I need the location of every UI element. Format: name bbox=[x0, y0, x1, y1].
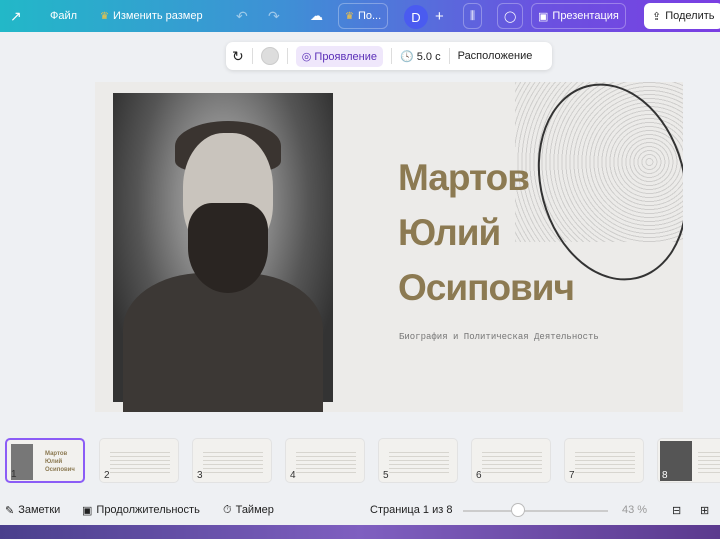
thumbnail-5[interactable]: 5 bbox=[378, 438, 458, 483]
share-button[interactable]: ⇪ Поделить bbox=[644, 3, 720, 29]
animation-button[interactable]: ◎ Проявление bbox=[295, 45, 383, 67]
color-swatch[interactable] bbox=[260, 47, 279, 65]
stopwatch-icon: ⏱ bbox=[223, 503, 232, 516]
thumbnail-number: 8 bbox=[662, 470, 668, 481]
divider bbox=[251, 48, 253, 64]
plan-button[interactable]: ♛ По... bbox=[338, 3, 389, 29]
thumbnail-number: 4 bbox=[290, 470, 296, 481]
duration-toggle-label: Продолжительность bbox=[96, 504, 200, 516]
avatar-letter: D bbox=[404, 5, 428, 29]
thumbnail-number: 2 bbox=[104, 470, 110, 481]
notes-button[interactable]: ✎ Заметки bbox=[5, 504, 60, 517]
crown-icon: ♛ bbox=[345, 10, 354, 22]
comment-icon[interactable]: ◯ bbox=[497, 3, 524, 29]
external-link-icon[interactable]: ↗ bbox=[10, 3, 22, 29]
slide-subtitle[interactable]: Биография и Политическая Деятельность bbox=[399, 332, 599, 342]
present-label: Презентация bbox=[552, 10, 619, 22]
present-icon: ▣ bbox=[538, 10, 549, 23]
replace-icon[interactable]: ↻ bbox=[232, 48, 244, 65]
add-collaborator-button[interactable]: + bbox=[435, 3, 444, 29]
animation-label: Проявление bbox=[314, 50, 377, 63]
fit-screen-icon[interactable]: ⊟ bbox=[672, 504, 681, 517]
notes-icon: ✎ bbox=[5, 504, 15, 517]
slide-canvas[interactable]: Мартов Юлий Осипович Биография и Политич… bbox=[95, 82, 683, 412]
file-menu[interactable]: Файл bbox=[50, 3, 77, 29]
top-toolbar: ↗ Файл ♛ Изменить размер ↶ ↷ ☁ ♛ По... D +… bbox=[0, 0, 720, 32]
share-label: Поделить bbox=[665, 10, 715, 22]
zoom-slider[interactable] bbox=[463, 510, 608, 512]
thumbnail-8[interactable]: 8 bbox=[657, 438, 720, 483]
thumbnail-7[interactable]: 7 bbox=[564, 438, 644, 483]
page-thumbnails: Мартов Юлий Осипович 1 2 3 4 5 6 7 8 bbox=[0, 435, 720, 487]
thumbnail-number: 7 bbox=[569, 470, 575, 481]
clock-icon: 🕓 bbox=[399, 50, 414, 63]
thumbnail-number: 6 bbox=[476, 470, 482, 481]
thumbnail-3[interactable]: 3 bbox=[192, 438, 272, 483]
os-dock bbox=[0, 525, 720, 539]
plan-label: По... bbox=[357, 10, 382, 22]
page-indicator: Страница 1 из 8 bbox=[370, 504, 453, 516]
crown-icon: ♛ bbox=[100, 10, 109, 22]
portrait-photo[interactable] bbox=[113, 93, 333, 412]
thumbnail-6[interactable]: 6 bbox=[471, 438, 551, 483]
grid-view-icon[interactable]: ⊞ bbox=[700, 504, 709, 517]
play-box-icon: ▣ bbox=[82, 504, 93, 517]
title-line: Юлий bbox=[398, 212, 501, 253]
analytics-icon[interactable]: ⫼ bbox=[463, 3, 483, 29]
divider bbox=[286, 48, 288, 64]
thumbnail-number: 5 bbox=[383, 470, 389, 481]
undo-icon[interactable]: ↶ bbox=[236, 3, 248, 29]
zoom-slider-handle[interactable] bbox=[511, 503, 525, 517]
cloud-sync-icon[interactable]: ☁ bbox=[310, 3, 323, 29]
animation-icon: ◎ bbox=[301, 50, 312, 63]
thumbnail-number: 1 bbox=[11, 469, 17, 480]
user-avatar[interactable]: D bbox=[404, 4, 428, 30]
duration-button[interactable]: 🕓 5.0 с bbox=[400, 50, 441, 63]
resize-button[interactable]: ♛ Изменить размер bbox=[100, 3, 203, 29]
upload-icon: ⇪ bbox=[652, 10, 662, 23]
timer-button[interactable]: ⏱ Таймер bbox=[223, 504, 274, 517]
thumbnail-2[interactable]: 2 bbox=[99, 438, 179, 483]
thumbnail-number: 3 bbox=[197, 470, 203, 481]
bottom-bar: ✎ Заметки ▣ Продолжительность ⏱ Таймер Стра… bbox=[0, 499, 720, 521]
zoom-value[interactable]: 43 % bbox=[622, 504, 647, 516]
divider bbox=[390, 48, 392, 64]
redo-icon[interactable]: ↷ bbox=[268, 3, 280, 29]
notes-label: Заметки bbox=[18, 504, 61, 516]
title-line: Мартов bbox=[398, 157, 530, 198]
position-button[interactable]: Расположение bbox=[458, 50, 533, 62]
thumbnail-1[interactable]: Мартов Юлий Осипович 1 bbox=[5, 438, 85, 483]
divider bbox=[448, 48, 450, 64]
timer-label: Таймер bbox=[235, 504, 274, 516]
context-toolbar: ↻ ◎ Проявление 🕓 5.0 с Расположение bbox=[226, 42, 552, 70]
present-button[interactable]: ▣ Презентация bbox=[531, 3, 626, 29]
duration-toggle[interactable]: ▣ Продолжительность bbox=[82, 504, 200, 517]
thumbnail-4[interactable]: 4 bbox=[285, 438, 365, 483]
title-line: Осипович bbox=[398, 267, 575, 308]
duration-label: 5.0 с bbox=[416, 50, 441, 63]
resize-label: Изменить размер bbox=[112, 10, 203, 22]
slide-title[interactable]: Мартов Юлий Осипович bbox=[398, 150, 575, 315]
